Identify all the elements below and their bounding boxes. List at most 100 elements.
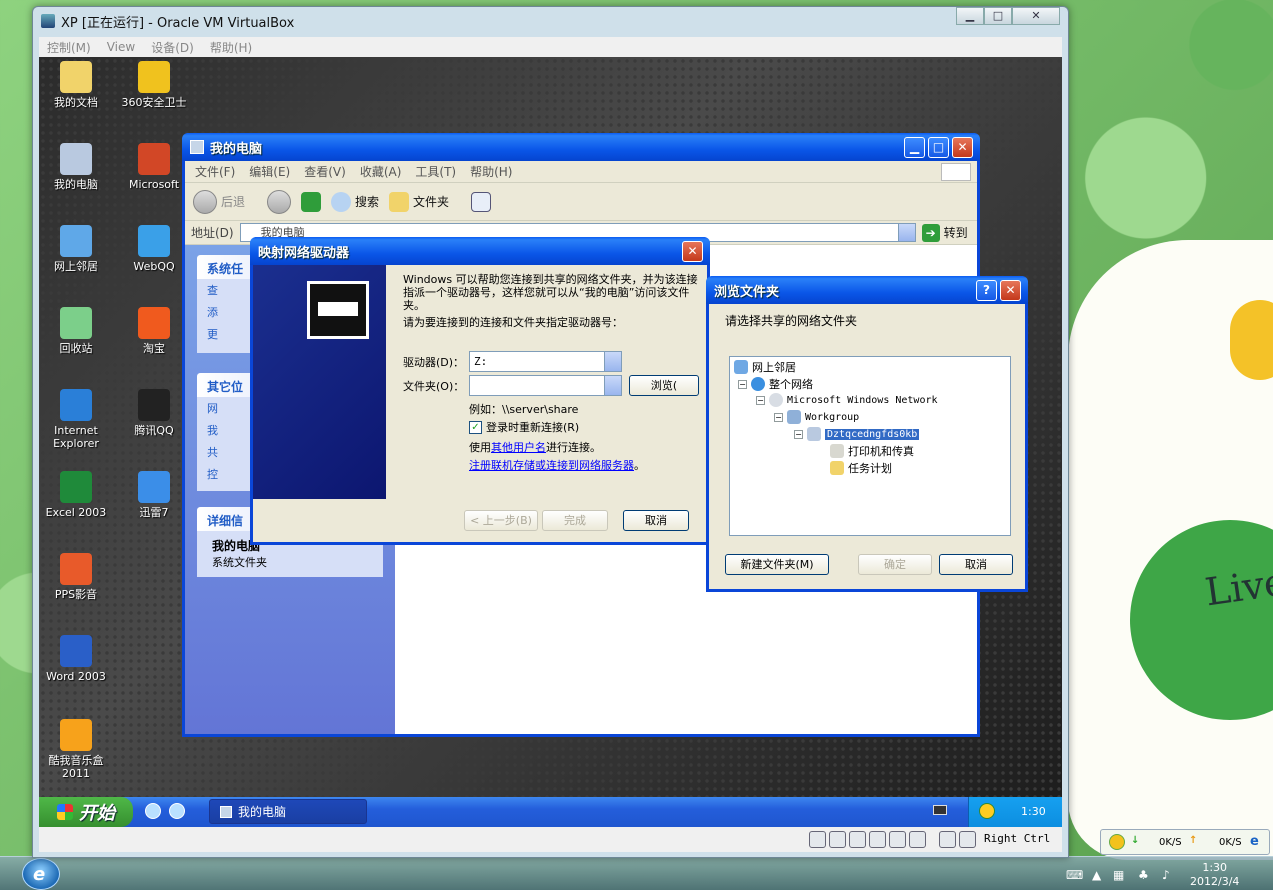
optical-drive-icon[interactable] [829,831,846,848]
back-button[interactable]: < 上一步(B) [464,510,538,531]
tree-node-label: 整个网络 [769,378,813,391]
hard-disk-icon[interactable] [809,831,826,848]
volume-icon[interactable]: ♪ [1162,868,1176,882]
collapse-icon[interactable]: − [774,412,783,422]
host-start-button[interactable]: e [22,858,60,890]
checkbox-checked[interactable]: ✓ [469,420,482,434]
menu-tools[interactable]: 工具(T) [415,163,456,180]
desktop-icon[interactable]: Word 2003 [39,635,115,683]
menu-view[interactable]: View [107,40,135,54]
cancel-button[interactable]: 取消 [939,554,1013,575]
folder-input[interactable] [469,375,622,396]
menu-view[interactable]: 查看(V) [304,163,346,180]
menubar: 文件(F) 编辑(E) 查看(V) 收藏(A) 工具(T) 帮助(H) [185,161,977,183]
menu-devices[interactable]: 设备(D) [151,39,194,56]
desktop-icon-label: Internet Explorer [53,424,99,450]
browse-button[interactable]: 浏览( [629,375,699,396]
host-key-icon[interactable] [959,831,976,848]
tree-node-label: 打印机和传真 [848,445,914,458]
taskbar-button-my-computer[interactable]: 我的电脑 [209,799,367,824]
collapse-icon[interactable]: − [794,429,803,439]
chevron-down-icon[interactable] [604,352,621,371]
menu-help[interactable]: 帮助(H) [470,163,512,180]
collapse-icon[interactable]: − [738,379,747,389]
register-line: 注册联机存储或连接到网络服务器。 [469,457,645,473]
menu-help[interactable]: 帮助(H) [210,39,252,56]
tree-node[interactable]: − 整个网络 [738,376,813,392]
menu-favorites[interactable]: 收藏(A) [360,163,402,180]
desktop-icon[interactable]: 360安全卫士 [115,61,193,109]
show-desktop-icon[interactable] [169,803,185,819]
forward-button[interactable] [267,189,292,214]
close-button[interactable]: ✕ [682,241,703,262]
close-button[interactable]: ✕ [952,137,973,158]
ie-icon[interactable]: e [1250,834,1259,849]
host-clock[interactable]: 1:30 2012/3/4 [1190,861,1239,889]
display-icon[interactable] [909,831,926,848]
ie-icon [60,389,92,421]
ie-icon[interactable] [145,803,161,819]
desktop-icon[interactable]: Internet Explorer [39,389,115,450]
my-computer-titlebar: 我的电脑 [182,133,980,161]
desktop-icon[interactable]: Excel 2003 [39,471,115,519]
instruction-text: 请为要连接到的连接和文件夹指定驱动器号： [403,316,623,329]
network-adapter-icon[interactable] [869,831,886,848]
keyboard-icon[interactable] [933,805,947,815]
desktop-icon[interactable]: 我的电脑 [39,143,115,191]
desktop-icon-label: PPS影音 [54,588,98,601]
cancel-button[interactable]: 取消 [623,510,689,531]
tree-node[interactable]: − Workgroup [774,410,859,424]
go-button[interactable]: ➔ 转到 [921,223,968,242]
network-icon[interactable]: ▦ [1113,868,1127,882]
tree-node[interactable]: − Microsoft Windows Network [756,393,938,407]
desktop-icon[interactable]: 网上邻居 [39,225,115,273]
chevron-up-icon[interactable]: ▲ [1092,868,1106,882]
usb-icon[interactable] [849,831,866,848]
minimize-button[interactable]: ▁ [904,137,925,158]
start-button[interactable]: 开始 [39,797,133,827]
tree-node[interactable]: 网上邻居 [734,359,796,375]
maximize-button[interactable]: □ [928,137,949,158]
reconnect-checkbox-row[interactable]: ✓ 登录时重新连接(R) [469,419,579,435]
example-text: 例如：\\server\share [469,403,579,416]
back-button[interactable]: 后退 [193,189,246,214]
ok-button[interactable]: 确定 [858,554,932,575]
tree-node-selected[interactable]: − Dztqcedngfds0kb [794,427,920,441]
desktop-icon[interactable]: PPS影音 [39,553,115,601]
close-button[interactable]: ✕ [1012,7,1060,25]
menu-control[interactable]: 控制(M) [47,39,91,56]
desktop-icon[interactable]: 我的文档 [39,61,115,109]
qq-icon[interactable]: ♣ [1138,868,1152,882]
desktop-icon[interactable]: 回收站 [39,307,115,355]
close-button[interactable]: ✕ [1000,280,1021,301]
folder-tree[interactable]: 网上邻居 − 整个网络 − Microsoft Windows Network … [729,356,1011,536]
up-folder-button[interactable] [301,191,322,212]
search-button[interactable]: 搜索 [331,191,379,212]
shared-folders-icon[interactable] [889,831,906,848]
other-user-link[interactable]: 其他用户名 [491,441,546,454]
finish-button[interactable]: 完成 [542,510,608,531]
chevron-down-icon[interactable] [604,376,621,395]
keyboard-icon[interactable]: ⌨ [1066,868,1083,882]
desktop-icon[interactable]: 酷我音乐盒2011 [39,719,115,780]
my-computer-icon [190,140,204,154]
maximize-button[interactable]: □ [984,7,1012,25]
folders-button[interactable]: 文件夹 [389,191,449,212]
360-icon[interactable] [979,803,995,819]
mouse-integration-icon[interactable] [939,831,956,848]
views-button[interactable] [471,191,492,212]
register-link[interactable]: 注册联机存储或连接到网络服务器 [469,459,634,472]
net-speed-widget[interactable]: ↓ 0K/S ↑ 0K/S e [1100,829,1270,855]
menu-file[interactable]: 文件(F) [195,163,235,180]
new-folder-button[interactable]: 新建文件夹(M) [725,554,829,575]
back-label: 后退 [221,195,246,209]
minimize-button[interactable]: ▁ [956,7,984,25]
drive-select[interactable]: Z: [469,351,622,372]
chevron-down-icon[interactable] [897,224,915,241]
collapse-icon[interactable]: − [756,395,765,405]
tray-clock[interactable]: 1:30 [1021,805,1046,818]
menu-edit[interactable]: 编辑(E) [249,163,290,180]
help-button[interactable]: ? [976,280,997,301]
tree-node[interactable]: 任务计划 [830,460,892,476]
tree-node[interactable]: 打印机和传真 [830,443,914,459]
